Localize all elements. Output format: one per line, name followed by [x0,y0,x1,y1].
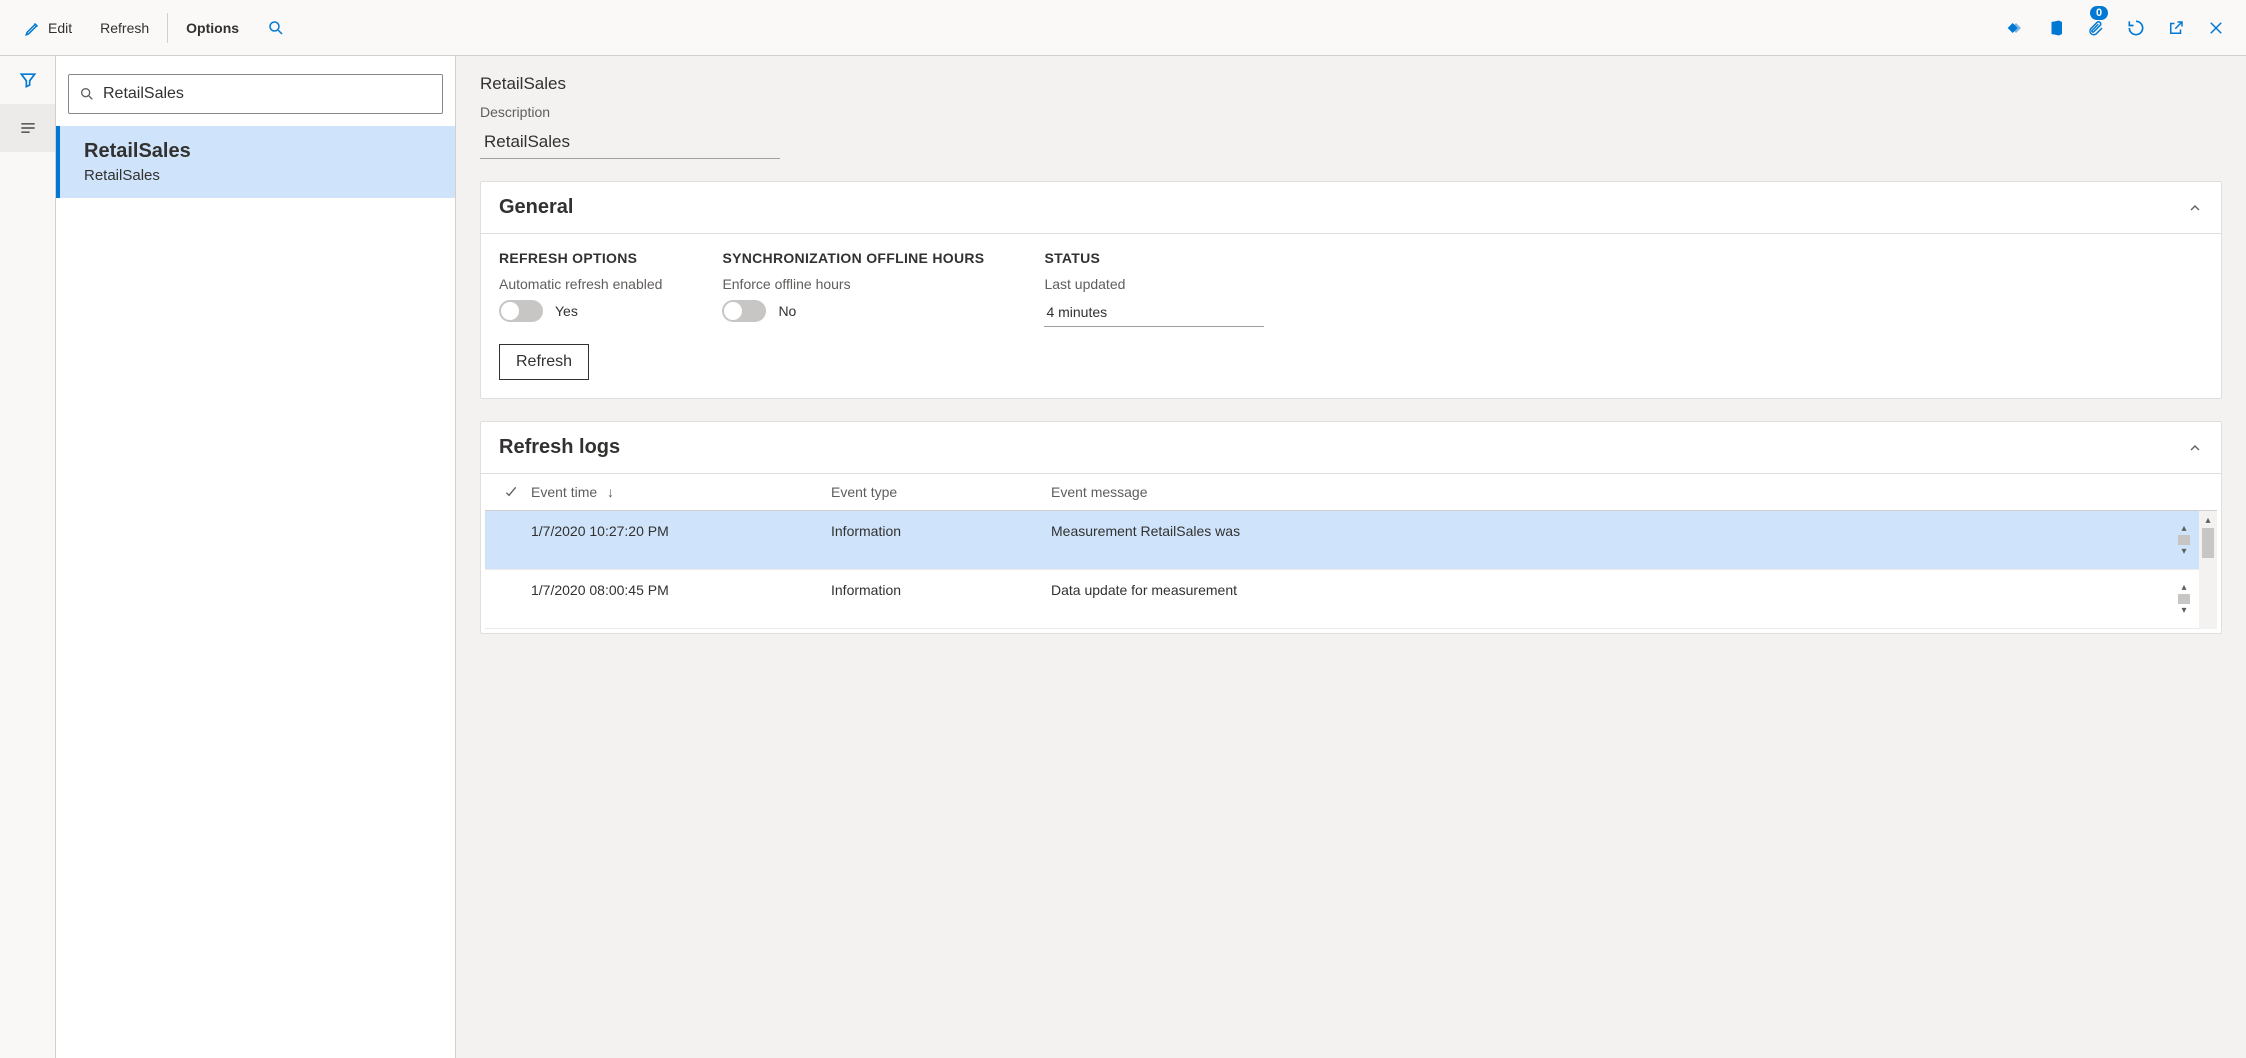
sync-column: SYNCHRONIZATION OFFLINE HOURS Enforce of… [722,250,984,380]
general-card: General REFRESH OPTIONS Automatic refres… [480,181,2222,399]
options-command[interactable]: Options [172,12,253,44]
status-column: STATUS Last updated 4 minutes [1044,250,1264,380]
description-value[interactable]: RetailSales [480,126,780,159]
enforce-value: No [778,303,796,319]
sort-desc-icon: ↓ [607,484,614,500]
log-time: 1/7/2020 10:27:20 PM [531,523,831,539]
chevron-up-icon[interactable] [2187,440,2203,456]
attachments-button[interactable]: 0 [2076,0,2116,56]
log-row[interactable]: 1/7/2020 10:27:20 PMInformationMeasureme… [485,511,2199,570]
col-event-time-label: Event time [531,484,597,500]
attachments-count: 0 [2090,6,2108,20]
col-event-type[interactable]: Event type [831,484,1051,500]
nav-item-title: RetailSales [84,140,437,163]
status-header: STATUS [1044,250,1264,266]
office-icon[interactable] [2036,0,2076,56]
edit-label: Edit [48,20,72,36]
search-command[interactable] [253,11,299,45]
log-type: Information [831,582,1051,598]
side-rail [0,56,56,1058]
sync-header: SYNCHRONIZATION OFFLINE HOURS [722,250,984,266]
enforce-label: Enforce offline hours [722,276,984,292]
refresh-logs-title: Refresh logs [499,436,620,459]
last-updated-value: 4 minutes [1044,300,1264,327]
reload-icon[interactable] [2116,0,2156,56]
search-icon [79,86,95,102]
refresh-label: Refresh [100,20,149,36]
auto-refresh-value: Yes [555,303,578,319]
nav-search-input[interactable] [103,85,432,103]
edit-command[interactable]: Edit [10,11,86,45]
refresh-command[interactable]: Refresh [86,12,163,44]
options-label: Options [186,20,239,36]
popout-icon[interactable] [2156,0,2196,56]
cell-scrollbar[interactable]: ▴▾ [2175,582,2193,616]
filter-button[interactable] [0,56,55,104]
last-updated-label: Last updated [1044,276,1264,292]
cell-scrollbar[interactable]: ▴▾ [2175,523,2193,557]
refresh-options-header: REFRESH OPTIONS [499,250,662,266]
list-button[interactable] [0,104,55,152]
command-bar: Edit Refresh Options 0 [0,0,2246,56]
col-event-time[interactable]: Event time ↓ [531,484,831,500]
description-label: Description [480,104,2222,120]
col-event-message[interactable]: Event message [1051,484,2211,500]
nav-panel: RetailSales RetailSales [56,56,456,1058]
chevron-up-icon[interactable] [2187,200,2203,216]
nav-item-subtitle: RetailSales [84,167,437,184]
close-icon[interactable] [2196,0,2236,56]
refresh-options-column: REFRESH OPTIONS Automatic refresh enable… [499,250,662,380]
refresh-logs-card: Refresh logs Event time ↓ Event type Eve… [480,421,2222,634]
auto-refresh-toggle[interactable] [499,300,543,322]
nav-item[interactable]: RetailSales RetailSales [56,126,455,198]
refresh-button[interactable]: Refresh [499,344,589,380]
vertical-scrollbar[interactable]: ▴ [2199,511,2217,629]
detail-panel: RetailSales Description RetailSales Gene… [456,56,2246,1058]
log-message: Measurement RetailSales was [1051,523,2171,557]
auto-refresh-label: Automatic refresh enabled [499,276,662,292]
log-time: 1/7/2020 08:00:45 PM [531,582,831,598]
command-separator [167,13,168,43]
log-table-header: Event time ↓ Event type Event message [485,474,2217,511]
log-type: Information [831,523,1051,539]
nav-search[interactable] [68,74,443,114]
select-all-check[interactable] [491,484,531,500]
general-title: General [499,196,573,219]
pencil-icon [24,19,42,37]
search-icon [267,19,285,37]
connector-icon[interactable] [1996,0,2036,56]
log-row[interactable]: 1/7/2020 08:00:45 PMInformationData upda… [485,570,2199,629]
page-title: RetailSales [480,74,2222,94]
enforce-toggle[interactable] [722,300,766,322]
log-message: Data update for measurement [1051,582,2171,616]
